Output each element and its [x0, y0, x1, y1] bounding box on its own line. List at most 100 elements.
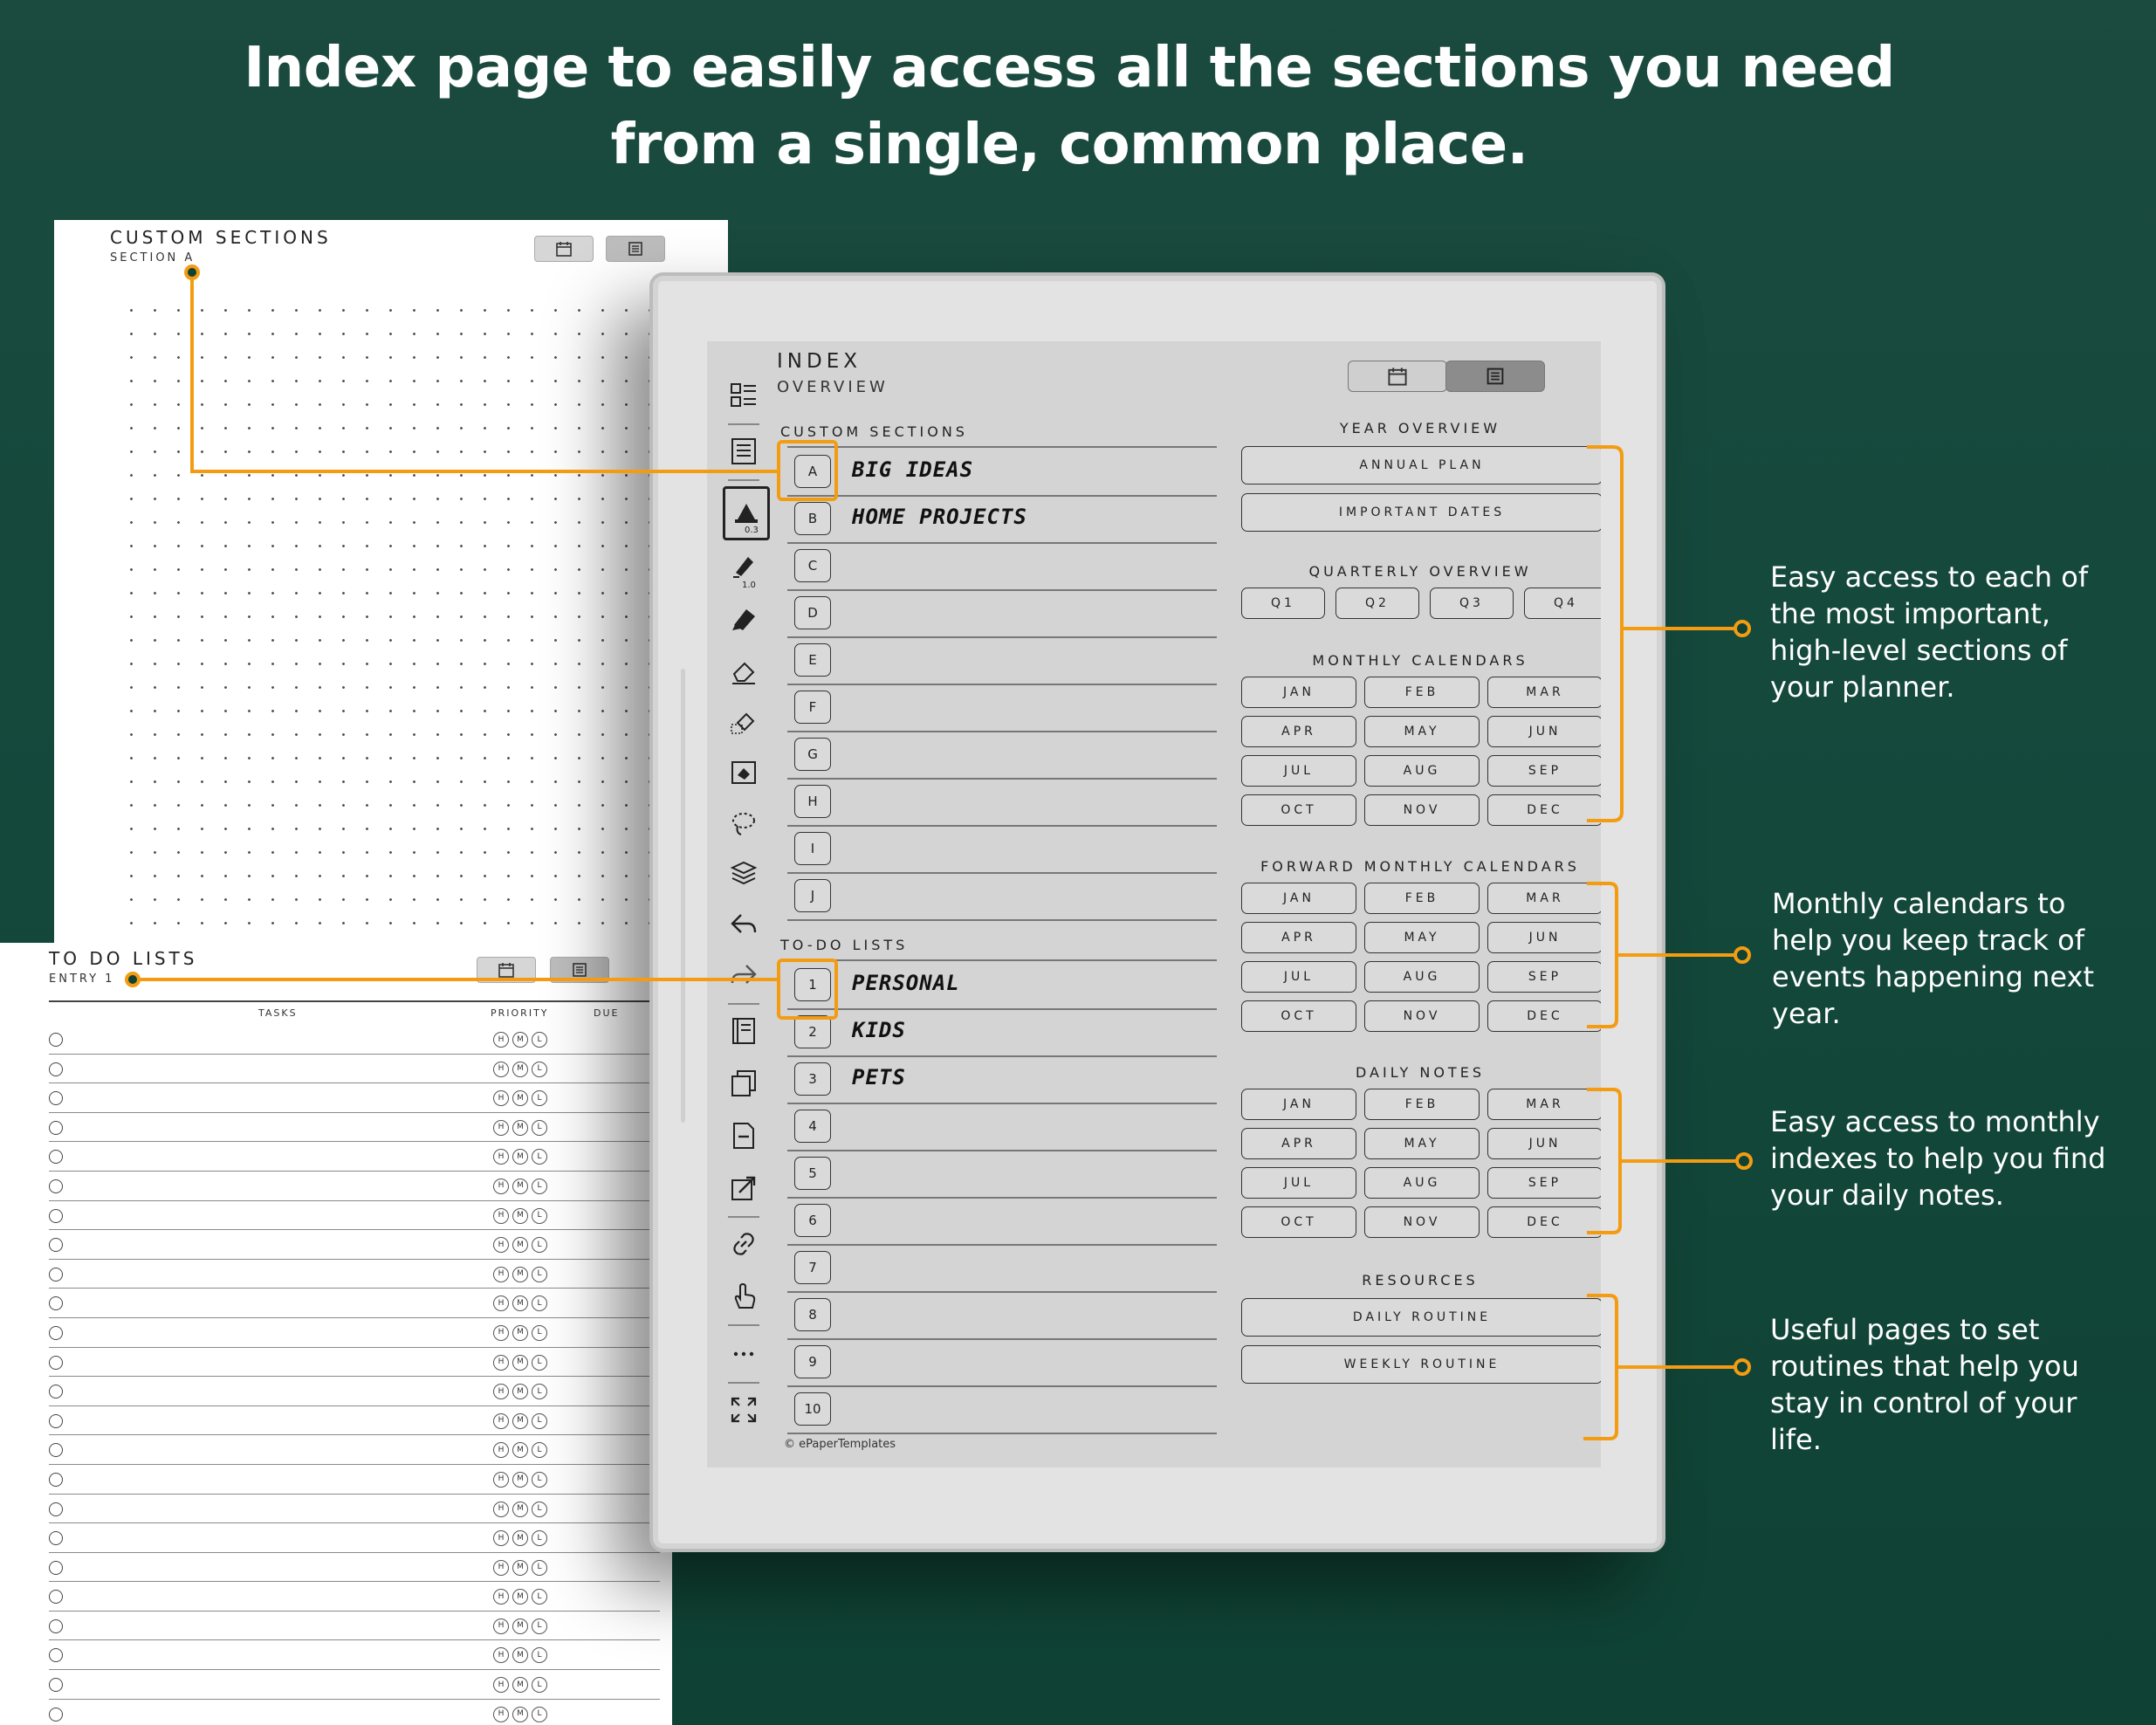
month-button[interactable]: SEP	[1487, 1167, 1601, 1199]
month-button[interactable]: NOV	[1364, 794, 1480, 826]
layers-button[interactable]	[723, 853, 765, 895]
custom-section-key-button[interactable]: E	[794, 643, 831, 677]
priority-option[interactable]: M	[512, 1384, 528, 1400]
priority-option[interactable]: M	[512, 1324, 528, 1341]
priority-option[interactable]: M	[512, 1295, 528, 1312]
month-button[interactable]: NOV	[1364, 1000, 1480, 1032]
marker-button[interactable]	[723, 598, 765, 640]
priority-option[interactable]: H	[493, 1090, 509, 1107]
month-button[interactable]: JUL	[1241, 1167, 1356, 1199]
priority-option[interactable]: M	[512, 1237, 528, 1254]
priority-option[interactable]: M	[512, 1149, 528, 1165]
priority-option[interactable]: H	[493, 1471, 509, 1488]
priority-option[interactable]: H	[493, 1061, 509, 1077]
todo-list-key-button[interactable]: 10	[794, 1392, 831, 1426]
month-button[interactable]: DEC	[1487, 794, 1601, 826]
month-button[interactable]: NOV	[1364, 1206, 1480, 1238]
index-button[interactable]	[606, 236, 665, 262]
task-checkbox[interactable]	[49, 1648, 63, 1663]
priority-option[interactable]: M	[512, 1647, 528, 1664]
calendar-button[interactable]	[1348, 361, 1447, 392]
priority-option[interactable]: L	[532, 1032, 547, 1048]
task-checkbox[interactable]	[49, 1179, 63, 1193]
priority-option[interactable]: H	[493, 1149, 509, 1165]
custom-section-key-button[interactable]: G	[794, 738, 831, 771]
priority-option[interactable]: H	[493, 1324, 509, 1341]
priority-option[interactable]: H	[493, 1412, 509, 1429]
priority-option[interactable]: L	[532, 1178, 547, 1194]
priority-option[interactable]: L	[532, 1149, 547, 1165]
priority-option[interactable]: H	[493, 1589, 509, 1605]
todo-list-key-button[interactable]: 2	[794, 1015, 831, 1048]
custom-section-key-button[interactable]: F	[794, 691, 831, 724]
ballpoint-pen-button[interactable]: 1.0	[723, 546, 765, 590]
calendar-button[interactable]	[534, 236, 594, 262]
export-button[interactable]	[723, 1167, 765, 1209]
page-overview-button[interactable]	[723, 1010, 765, 1052]
todo-list-key-button[interactable]: 7	[794, 1251, 831, 1284]
priority-option[interactable]: H	[493, 1530, 509, 1547]
priority-option[interactable]: L	[532, 1412, 547, 1429]
fineliner-pen-button[interactable]: 0.3	[723, 486, 770, 540]
priority-option[interactable]: M	[512, 1677, 528, 1694]
todo-list-entry-text[interactable]: KIDS	[852, 1018, 906, 1042]
month-button[interactable]: JAN	[1241, 677, 1356, 708]
month-button[interactable]: AUG	[1364, 755, 1480, 787]
link-button[interactable]	[723, 1223, 765, 1265]
priority-option[interactable]: L	[532, 1324, 547, 1341]
priority-option[interactable]: L	[532, 1647, 547, 1664]
todo-list-entry-text[interactable]: PETS	[852, 1065, 906, 1089]
daily-routine-button[interactable]: DAILY ROUTINE	[1241, 1298, 1601, 1337]
priority-option[interactable]: M	[512, 1032, 528, 1048]
month-button[interactable]: AUG	[1364, 961, 1480, 993]
priority-option[interactable]: L	[532, 1237, 547, 1254]
priority-option[interactable]: L	[532, 1706, 547, 1722]
month-button[interactable]: MAY	[1364, 716, 1480, 747]
more-button[interactable]	[723, 1333, 765, 1375]
priority-option[interactable]: L	[532, 1530, 547, 1547]
document-button[interactable]	[723, 430, 765, 472]
month-button[interactable]: MAY	[1364, 922, 1480, 953]
task-checkbox[interactable]	[49, 1385, 63, 1399]
priority-option[interactable]: H	[493, 1706, 509, 1722]
month-button[interactable]: FEB	[1364, 1089, 1480, 1120]
priority-option[interactable]: H	[493, 1384, 509, 1400]
erase-all-button[interactable]	[723, 752, 765, 794]
month-button[interactable]: MAY	[1364, 1128, 1480, 1159]
custom-section-key-button[interactable]: C	[794, 549, 831, 582]
weekly-routine-button[interactable]: WEEKLY ROUTINE	[1241, 1345, 1601, 1384]
priority-option[interactable]: L	[532, 1207, 547, 1224]
priority-option[interactable]: H	[493, 1559, 509, 1576]
undo-button[interactable]	[723, 904, 765, 945]
priority-option[interactable]: H	[493, 1647, 509, 1664]
month-button[interactable]: APR	[1241, 922, 1356, 953]
task-checkbox[interactable]	[49, 1443, 63, 1458]
task-checkbox[interactable]	[49, 1325, 63, 1340]
priority-option[interactable]: L	[532, 1295, 547, 1312]
custom-section-key-button[interactable]: H	[794, 785, 831, 818]
priority-option[interactable]: H	[493, 1237, 509, 1254]
task-checkbox[interactable]	[49, 1033, 63, 1047]
quarter-button[interactable]: Q2	[1335, 588, 1419, 619]
priority-option[interactable]: H	[493, 1266, 509, 1282]
task-checkbox[interactable]	[49, 1560, 63, 1575]
task-checkbox[interactable]	[49, 1707, 63, 1722]
priority-option[interactable]: H	[493, 1354, 509, 1371]
custom-section-key-button[interactable]: J	[794, 879, 831, 912]
month-button[interactable]: OCT	[1241, 794, 1356, 826]
task-checkbox[interactable]	[49, 1618, 63, 1633]
touch-button[interactable]	[723, 1275, 765, 1317]
todo-list-key-button[interactable]: 6	[794, 1204, 831, 1237]
todo-list-key-button[interactable]: 5	[794, 1157, 831, 1190]
priority-option[interactable]: H	[493, 1295, 509, 1312]
priority-option[interactable]: L	[532, 1119, 547, 1136]
month-button[interactable]: MAR	[1487, 677, 1601, 708]
month-button[interactable]: JUN	[1487, 1128, 1601, 1159]
priority-option[interactable]: L	[532, 1384, 547, 1400]
priority-option[interactable]: L	[532, 1266, 547, 1282]
priority-option[interactable]: M	[512, 1530, 528, 1547]
fullscreen-button[interactable]	[723, 1389, 765, 1431]
priority-option[interactable]: H	[493, 1207, 509, 1224]
quarter-button[interactable]: Q4	[1524, 588, 1601, 619]
custom-section-key-button[interactable]: D	[794, 596, 831, 629]
